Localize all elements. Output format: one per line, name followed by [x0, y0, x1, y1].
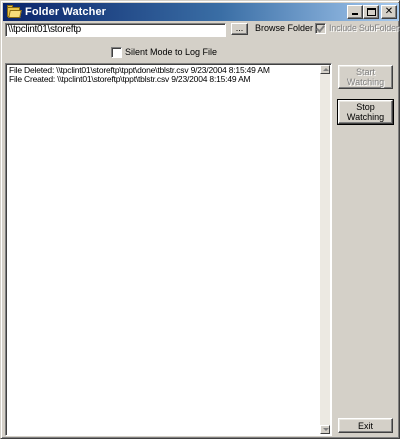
minimize-icon — [352, 13, 358, 15]
folder-icon — [6, 5, 22, 19]
log-entry: File Deleted: \\tpclint01\storeftp\tppt\… — [9, 66, 270, 75]
folder-watcher-window: Folder Watcher ✕ \\tpclint01\storeftp ..… — [0, 0, 400, 439]
include-subfolders-checkbox[interactable] — [315, 23, 326, 34]
browse-folder-label: Browse Folder — [255, 23, 314, 33]
log-lines: File Deleted: \\tpclint01\storeftp\tppt\… — [9, 66, 317, 84]
arrow-up-icon — [323, 68, 329, 71]
scroll-down-button[interactable] — [320, 425, 330, 434]
arrow-down-icon — [323, 428, 329, 431]
minimize-button[interactable] — [347, 5, 363, 19]
scroll-up-button[interactable] — [320, 65, 330, 74]
stop-watching-label-line2: Watching — [346, 112, 385, 122]
exit-label: Exit — [357, 420, 373, 431]
log-entry: File Created: \\tpclint01\storeftp\tppt\… — [9, 75, 251, 84]
maximize-button[interactable] — [363, 5, 379, 19]
stop-watching-button[interactable]: Stop Watching — [337, 99, 394, 125]
browse-dots-button[interactable]: ... — [231, 23, 248, 35]
title-buttons: ✕ — [347, 5, 397, 19]
stop-watching-label-line1: Stop — [356, 102, 375, 112]
folder-path-input[interactable]: \\tpclint01\storeftp — [5, 23, 226, 37]
log-scrollbar[interactable] — [320, 65, 330, 434]
close-button[interactable]: ✕ — [381, 5, 397, 19]
silent-mode-label: Silent Mode to Log File — [125, 47, 218, 57]
start-watching-button[interactable]: Start Watching — [338, 65, 393, 89]
include-subfolders-label: Include SubFolders? — [329, 23, 400, 33]
maximize-icon — [367, 8, 376, 16]
start-watching-label-line1: Start — [355, 67, 375, 77]
title-bar[interactable]: Folder Watcher ✕ — [3, 3, 399, 21]
start-watching-label-line2: Watching — [346, 77, 385, 87]
close-icon: ✕ — [384, 6, 394, 17]
window-title: Folder Watcher — [25, 6, 107, 18]
silent-mode-checkbox[interactable] — [111, 47, 122, 58]
event-log-list[interactable]: File Deleted: \\tpclint01\storeftp\tppt\… — [5, 63, 332, 436]
exit-button[interactable]: Exit — [338, 418, 393, 433]
